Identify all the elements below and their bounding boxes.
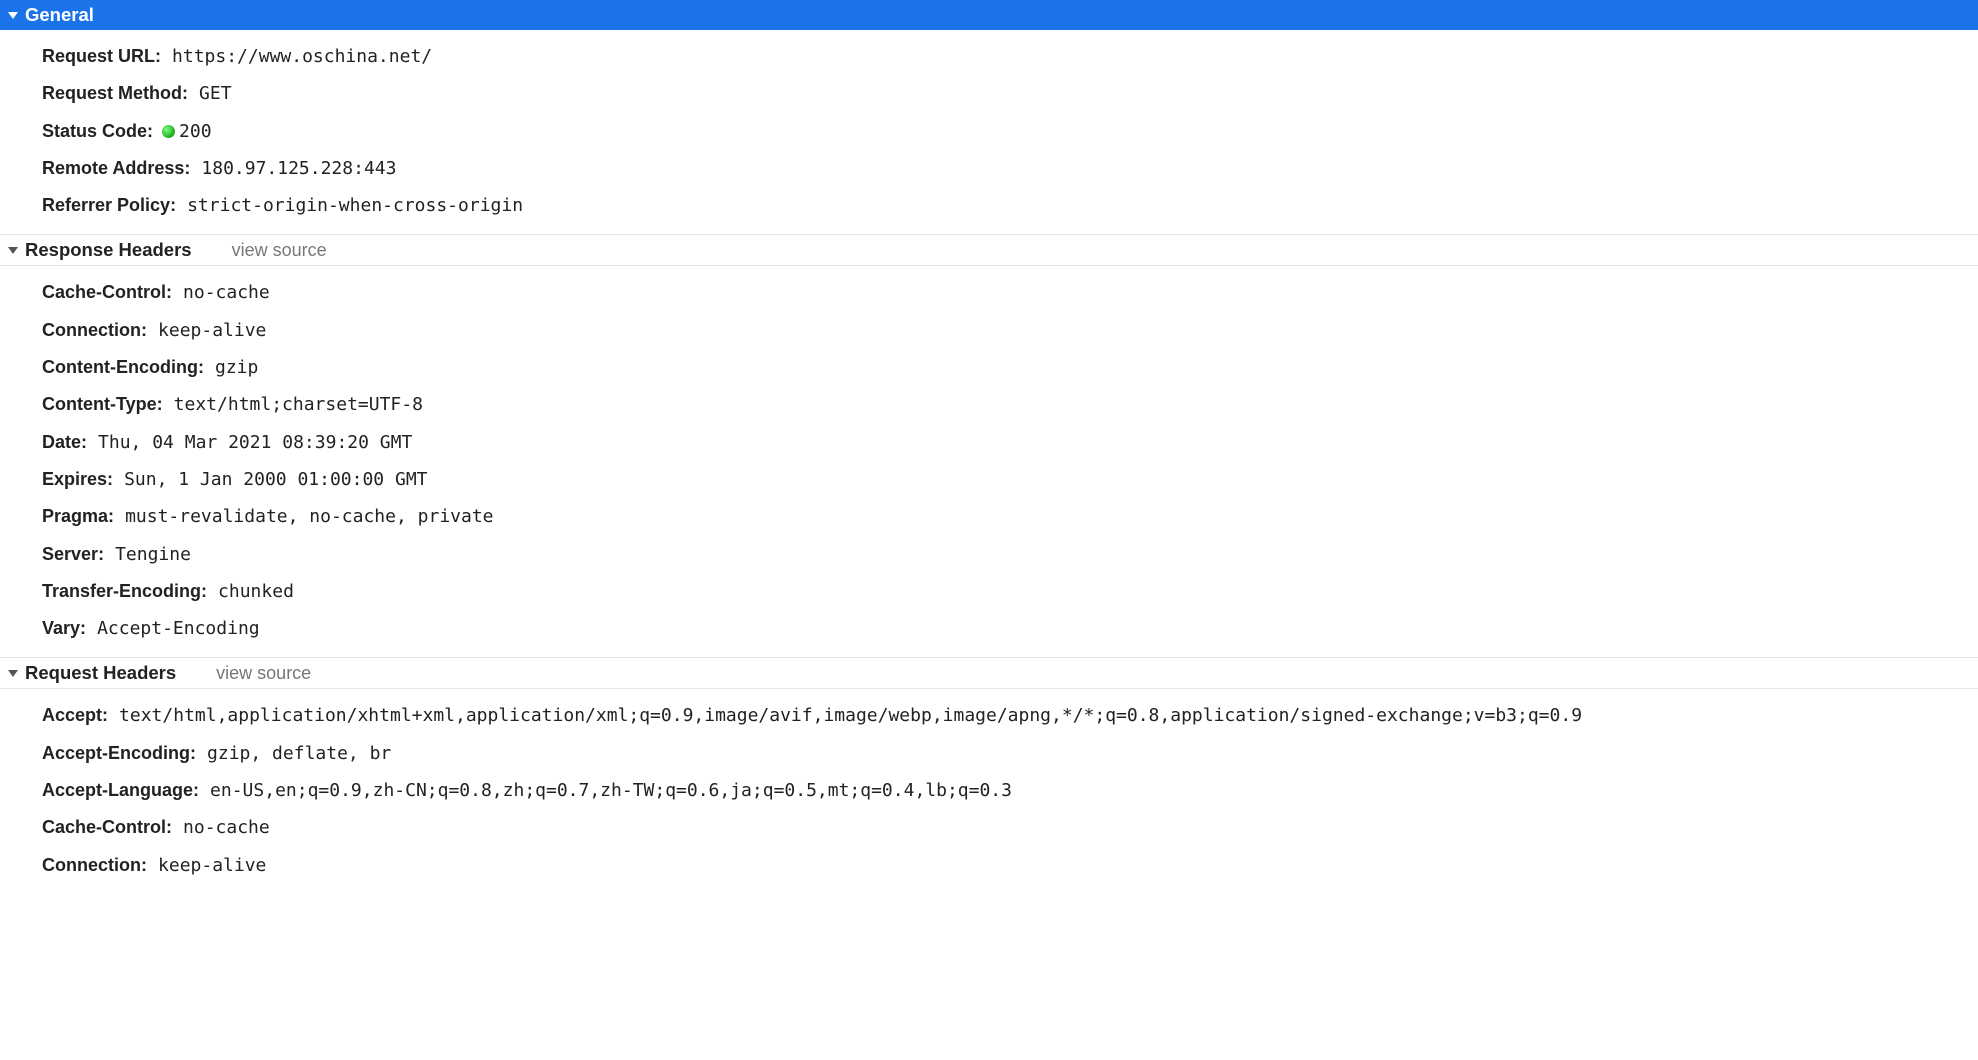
header-row: Request Method: GET <box>0 75 1978 112</box>
header-value: Sun, 1 Jan 2000 01:00:00 GMT <box>124 469 427 490</box>
request-headers-body: Accept: text/html,application/xhtml+xml,… <box>0 689 1978 893</box>
request-headers-title: Request Headers <box>25 662 176 684</box>
header-value: Accept-Encoding <box>97 618 260 639</box>
header-label: Expires <box>42 469 107 489</box>
header-row: Cache-Control: no-cache <box>0 809 1978 846</box>
header-row: Content-Encoding: gzip <box>0 349 1978 386</box>
header-row: Accept-Encoding: gzip, deflate, br <box>0 735 1978 772</box>
response-headers-title: Response Headers <box>25 239 192 261</box>
header-row: Expires: Sun, 1 Jan 2000 01:00:00 GMT <box>0 461 1978 498</box>
general-section-body: Request URL: https://www.oschina.net/ Re… <box>0 30 1978 234</box>
response-headers-body: Cache-Control: no-cache Connection: keep… <box>0 266 1978 657</box>
header-label: Content-Encoding <box>42 357 198 377</box>
header-label: Date <box>42 432 81 452</box>
header-row: Pragma: must-revalidate, no-cache, priva… <box>0 498 1978 535</box>
header-label: Transfer-Encoding <box>42 581 201 601</box>
chevron-down-icon <box>8 247 18 254</box>
request-headers-section-header[interactable]: Request Headers view source <box>0 658 1978 689</box>
header-label: Cache-Control <box>42 817 166 837</box>
header-value: strict-origin-when-cross-origin <box>187 195 523 216</box>
header-row: Connection: keep-alive <box>0 312 1978 349</box>
header-value: en-US,en;q=0.9,zh-CN;q=0.8,zh;q=0.7,zh-T… <box>210 780 1012 801</box>
header-label: Vary <box>42 618 80 638</box>
header-label: Accept <box>42 705 102 725</box>
header-label: Accept-Language <box>42 780 193 800</box>
header-label: Status Code <box>42 121 147 141</box>
header-label: Connection <box>42 855 141 875</box>
header-value: no-cache <box>183 282 270 303</box>
header-label: Content-Type <box>42 394 157 414</box>
header-value: no-cache <box>183 817 270 838</box>
header-row: Remote Address: 180.97.125.228:443 <box>0 150 1978 187</box>
header-value: keep-alive <box>158 855 266 876</box>
header-row: Content-Type: text/html;charset=UTF-8 <box>0 386 1978 423</box>
header-label: Request Method <box>42 83 182 103</box>
header-label: Request URL <box>42 46 155 66</box>
header-label: Connection <box>42 320 141 340</box>
view-source-link[interactable]: view source <box>232 240 327 261</box>
header-value: gzip <box>215 357 258 378</box>
header-row: Accept: text/html,application/xhtml+xml,… <box>0 697 1978 734</box>
header-row: Server: Tengine <box>0 536 1978 573</box>
view-source-link[interactable]: view source <box>216 663 311 684</box>
header-row: Referrer Policy: strict-origin-when-cros… <box>0 187 1978 224</box>
header-value: text/html,application/xhtml+xml,applicat… <box>119 705 1582 726</box>
header-label: Pragma <box>42 506 108 526</box>
chevron-down-icon <box>8 670 18 677</box>
header-value: Thu, 04 Mar 2021 08:39:20 GMT <box>98 432 412 453</box>
header-label: Remote Address <box>42 158 184 178</box>
header-row: Cache-Control: no-cache <box>0 274 1978 311</box>
header-row: Status Code: 200 <box>0 113 1978 150</box>
header-row: Accept-Language: en-US,en;q=0.9,zh-CN;q=… <box>0 772 1978 809</box>
header-value: https://www.oschina.net/ <box>172 46 432 67</box>
header-row: Request URL: https://www.oschina.net/ <box>0 38 1978 75</box>
general-section-header[interactable]: General <box>0 0 1978 30</box>
general-section-title: General <box>25 4 94 26</box>
chevron-down-icon <box>8 12 18 19</box>
status-dot-icon <box>162 125 175 138</box>
response-headers-section-header[interactable]: Response Headers view source <box>0 235 1978 266</box>
header-value: must-revalidate, no-cache, private <box>125 506 493 527</box>
header-label: Cache-Control <box>42 282 166 302</box>
header-value: keep-alive <box>158 320 266 341</box>
header-value: 200 <box>179 121 212 142</box>
header-value: text/html;charset=UTF-8 <box>174 394 423 415</box>
header-label: Referrer Policy <box>42 195 170 215</box>
header-value: gzip, deflate, br <box>207 743 391 764</box>
header-label: Server <box>42 544 98 564</box>
header-row: Vary: Accept-Encoding <box>0 610 1978 647</box>
header-row: Connection: keep-alive <box>0 847 1978 884</box>
header-row: Transfer-Encoding: chunked <box>0 573 1978 610</box>
header-value: GET <box>199 83 232 104</box>
header-row: Date: Thu, 04 Mar 2021 08:39:20 GMT <box>0 424 1978 461</box>
header-value: Tengine <box>115 544 191 565</box>
header-value: chunked <box>218 581 294 602</box>
header-value: 180.97.125.228:443 <box>201 158 396 179</box>
header-label: Accept-Encoding <box>42 743 190 763</box>
